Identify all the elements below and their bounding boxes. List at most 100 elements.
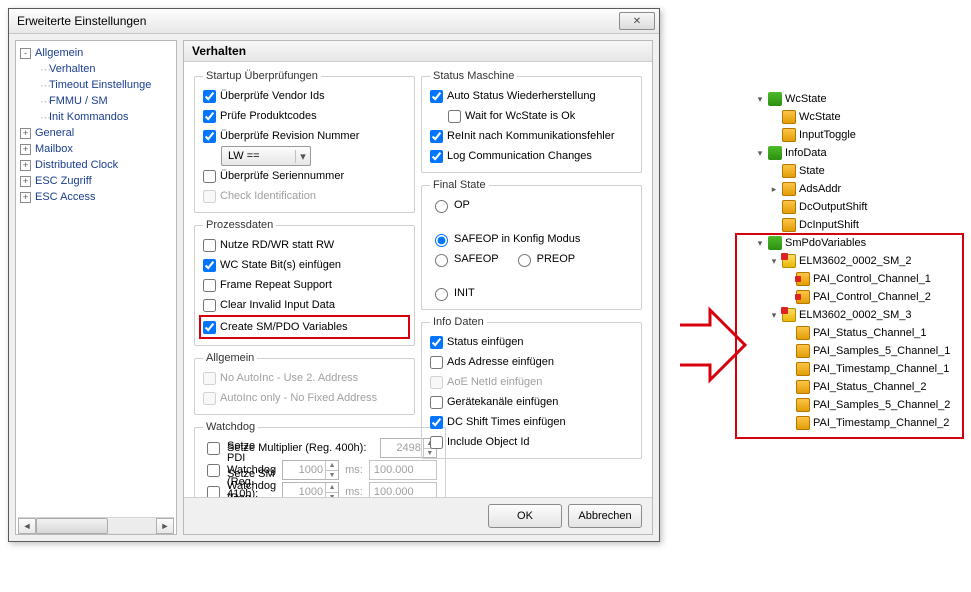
chk-product-box[interactable] xyxy=(203,110,216,123)
expand-icon[interactable]: + xyxy=(20,160,31,171)
chk-smpdo[interactable]: Create SM/PDO Variables xyxy=(203,317,406,337)
chk-frs-box[interactable] xyxy=(203,279,216,292)
chk-autorestore[interactable]: Auto Status Wiederherstellung xyxy=(430,86,633,106)
tree-expander-icon[interactable] xyxy=(769,184,779,195)
nav-item-label[interactable]: Init Kommandos xyxy=(49,111,128,123)
chk-info-chan[interactable]: Gerätekanäle einfügen xyxy=(430,392,633,412)
chk-waitwc[interactable]: Wait for WcState is Ok xyxy=(430,106,633,126)
tree-node[interactable]: InputToggle xyxy=(752,126,960,144)
chk-vendor[interactable]: Überprüfe Vendor Ids xyxy=(203,86,406,106)
num-wd-pdi-input[interactable] xyxy=(283,463,325,477)
chk-autorestore-box[interactable] xyxy=(430,90,443,103)
tree-expander-icon[interactable] xyxy=(755,238,765,249)
num-wd-sm[interactable]: ▲▼ xyxy=(282,482,339,497)
nav-item[interactable]: + General xyxy=(18,125,174,141)
expand-icon[interactable]: + xyxy=(20,176,31,187)
radio-init[interactable]: INIT xyxy=(430,283,475,303)
nav-item[interactable]: ⋯ Timeout Einstellunge xyxy=(18,77,174,93)
nav-item[interactable]: + ESC Access xyxy=(18,189,174,205)
nav-item-label[interactable]: General xyxy=(35,127,74,139)
num-wd-sm-input[interactable] xyxy=(283,485,325,497)
tree-node[interactable]: WcState xyxy=(752,90,960,108)
scroll-thumb[interactable] xyxy=(36,518,108,534)
num-wd-pdi[interactable]: ▲▼ xyxy=(282,460,339,480)
nav-item-label[interactable]: Timeout Einstellunge xyxy=(49,79,151,91)
tree-node[interactable]: SmPdoVariables xyxy=(752,234,960,252)
chk-vendor-box[interactable] xyxy=(203,90,216,103)
tree-node[interactable]: DcOutputShift xyxy=(752,198,960,216)
tree-node[interactable]: PAI_Timestamp_Channel_1 xyxy=(752,360,960,378)
tree-expander-icon[interactable] xyxy=(769,256,779,267)
chk-rdwr[interactable]: Nutze RD/WR statt RW xyxy=(203,235,406,255)
nav-item-label[interactable]: FMMU / SM xyxy=(49,95,108,107)
scroll-right-icon[interactable]: ► xyxy=(156,518,174,534)
chk-reinit[interactable]: ReInit nach Kommunikationsfehler xyxy=(430,126,633,146)
tree-node[interactable]: PAI_Control_Channel_2 xyxy=(752,288,960,306)
chk-revision-box[interactable] xyxy=(203,130,216,143)
nav-item-label[interactable]: Verhalten xyxy=(49,63,95,75)
collapse-icon[interactable]: - xyxy=(20,48,31,59)
radio-safeop[interactable]: SAFEOP xyxy=(430,249,499,269)
ok-button[interactable]: OK xyxy=(488,504,562,528)
chk-info-ads[interactable]: Ads Adresse einfügen xyxy=(430,352,633,372)
tree-node[interactable]: DcInputShift xyxy=(752,216,960,234)
nav-item-label[interactable]: Allgemein xyxy=(35,47,83,59)
tree-node[interactable]: ELM3602_0002_SM_3 xyxy=(752,306,960,324)
combo-revision[interactable]: LW ==▾ xyxy=(221,146,311,166)
tree-node[interactable]: State xyxy=(752,162,960,180)
tree-expander-icon[interactable] xyxy=(755,148,765,159)
solution-tree[interactable]: WcStateWcStateInputToggleInfoDataStateAd… xyxy=(752,90,960,432)
chk-product[interactable]: Prüfe Produktcodes xyxy=(203,106,406,126)
cancel-button[interactable]: Abbrechen xyxy=(568,504,642,528)
chk-serial-box[interactable] xyxy=(203,170,216,183)
nav-item-label[interactable]: ESC Zugriff xyxy=(35,175,92,187)
nav-item[interactable]: + Distributed Clock xyxy=(18,157,174,173)
spinner-up-icon[interactable]: ▲ xyxy=(325,461,338,470)
chk-logcc-box[interactable] xyxy=(430,150,443,163)
chk-info-dcshift[interactable]: DC Shift Times einfügen xyxy=(430,412,633,432)
tree-node[interactable]: PAI_Control_Channel_1 xyxy=(752,270,960,288)
tree-node[interactable]: PAI_Timestamp_Channel_2 xyxy=(752,414,960,432)
tree-node[interactable]: ELM3602_0002_SM_2 xyxy=(752,252,960,270)
chk-frs[interactable]: Frame Repeat Support xyxy=(203,275,406,295)
nav-item[interactable]: ⋯ FMMU / SM xyxy=(18,93,174,109)
radio-preop[interactable]: PREOP xyxy=(513,249,576,269)
chk-rdwr-box[interactable] xyxy=(203,239,216,252)
nav-item-label[interactable]: Distributed Clock xyxy=(35,159,118,171)
expand-icon[interactable]: + xyxy=(20,192,31,203)
chk-wcstate[interactable]: WC State Bit(s) einfügen xyxy=(203,255,406,275)
expand-icon[interactable]: + xyxy=(20,144,31,155)
tree-node[interactable]: InfoData xyxy=(752,144,960,162)
nav-item[interactable]: -Allgemein xyxy=(18,45,174,61)
nav-tree[interactable]: -Allgemein⋯ Verhalten⋯ Timeout Einstellu… xyxy=(15,40,177,535)
chk-info-objid[interactable]: Include Object Id xyxy=(430,432,633,452)
tree-expander-icon[interactable] xyxy=(755,94,765,105)
close-button[interactable]: ✕ xyxy=(619,12,655,30)
radio-safeop-cfg[interactable]: SAFEOP in Konfig Modus xyxy=(430,229,580,249)
tree-node[interactable]: PAI_Status_Channel_2 xyxy=(752,378,960,396)
chk-waitwc-box[interactable] xyxy=(448,110,461,123)
tree-node[interactable]: PAI_Status_Channel_1 xyxy=(752,324,960,342)
chk-smpdo-box[interactable] xyxy=(203,321,216,334)
expand-icon[interactable]: + xyxy=(20,128,31,139)
chk-cinv-box[interactable] xyxy=(203,299,216,312)
nav-item-label[interactable]: Mailbox xyxy=(35,143,73,155)
nav-item[interactable]: ⋯ Verhalten xyxy=(18,61,174,77)
tree-expander-icon[interactable] xyxy=(769,310,779,321)
radio-op[interactable]: OP xyxy=(430,195,470,215)
chk-serial[interactable]: Überprüfe Seriennummer xyxy=(203,166,406,186)
nav-scrollbar[interactable]: ◄ ► xyxy=(18,517,174,534)
nav-item[interactable]: ⋯ Init Kommandos xyxy=(18,109,174,125)
spinner-up-icon[interactable]: ▲ xyxy=(325,483,338,492)
tree-node[interactable]: AdsAddr xyxy=(752,180,960,198)
num-wd-mult-input[interactable] xyxy=(381,441,423,455)
chk-wcstate-box[interactable] xyxy=(203,259,216,272)
chk-logcc[interactable]: Log Communication Changes xyxy=(430,146,633,166)
spinner-down-icon[interactable]: ▼ xyxy=(325,470,338,480)
chk-cinv[interactable]: Clear Invalid Input Data xyxy=(203,295,406,315)
chk-wd-sm[interactable] xyxy=(207,486,220,498)
tree-node[interactable]: PAI_Samples_5_Channel_2 xyxy=(752,396,960,414)
nav-item-label[interactable]: ESC Access xyxy=(35,191,96,203)
nav-item[interactable]: + Mailbox xyxy=(18,141,174,157)
tree-node[interactable]: PAI_Samples_5_Channel_1 xyxy=(752,342,960,360)
